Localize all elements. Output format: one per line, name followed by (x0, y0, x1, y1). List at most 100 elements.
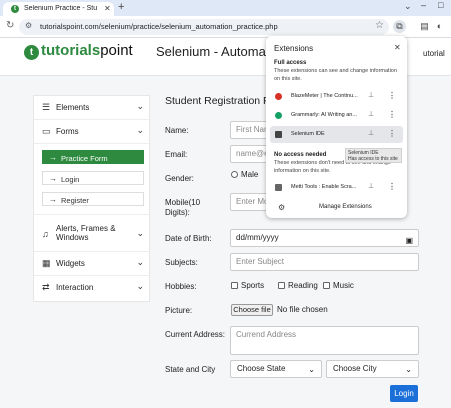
gender-label: Gender: (165, 174, 194, 183)
state-city-label: State and City (165, 365, 216, 374)
new-tab-icon[interactable]: + (118, 1, 124, 13)
tp-favicon-icon: t (11, 5, 19, 13)
chevron-down-icon: ⌄ (308, 365, 315, 374)
tutorialspoint-logo-icon[interactable]: t (24, 45, 39, 60)
form-title: Student Registration Fo (165, 95, 276, 107)
dob-input[interactable]: dd/mm/yyyy ▣ (230, 229, 419, 247)
side-panel-icon[interactable]: ▤ (418, 20, 431, 33)
address-textarea[interactable]: Currend Address (230, 326, 419, 355)
pin-icon[interactable]: ⊥ (368, 91, 374, 99)
metti-tools-icon (275, 184, 282, 191)
subitem-label: Practice Form (61, 154, 108, 163)
tooltip-text: Has access to this site (348, 156, 398, 162)
mobile-input[interactable]: Enter Mo (230, 193, 270, 211)
sidebar: ☰ Elements ⌄ ▭ Forms ⌄ → Practice Form →… (33, 95, 151, 302)
divider (34, 143, 151, 144)
arrow-right-icon: → (49, 174, 57, 183)
hobby-sports-label: Sports (241, 281, 265, 290)
extension-name: Metti Tools : Enable Scra... (291, 184, 357, 190)
site-info-icon[interactable]: ⚙ (25, 21, 32, 30)
bookmark-star-icon[interactable]: ☆ (375, 20, 384, 31)
gender-male-radio[interactable] (231, 171, 238, 178)
sidebar-subitem-login[interactable]: → Login (42, 171, 144, 185)
city-select[interactable]: Choose City ⌄ (326, 360, 419, 378)
url-text: tutorialspoint.com/selenium/practice/sel… (40, 22, 278, 31)
extension-row-grammarly[interactable]: Grammarly: AI Writing an... ⊥ ⋮ (270, 107, 403, 124)
sidebar-item-label: Widgets (56, 259, 85, 268)
grammarly-icon (275, 112, 282, 119)
sidebar-item-elements[interactable]: ☰ Elements ⌄ (34, 96, 151, 119)
calendar-icon[interactable]: ▣ (405, 233, 413, 246)
extension-row-blazemeter[interactable]: BlazeMeter | The Continu... ⊥ ⋮ (270, 88, 403, 105)
hobby-music-label: Music (333, 281, 354, 290)
extension-row-selenium-ide[interactable]: Selenium IDE ⊥ ⋮ (270, 126, 403, 143)
pin-icon[interactable]: ⊥ (368, 110, 374, 118)
manage-extensions-label: Manage Extensions (319, 204, 372, 210)
extension-name: BlazeMeter | The Continu... (291, 93, 358, 99)
subjects-label: Subjects: (165, 258, 198, 267)
address-bar[interactable]: ⚙ tutorialspoint.com/selenium/practice/s… (19, 19, 389, 35)
chevron-down-icon: ⌄ (405, 365, 412, 374)
gear-icon: ⚙ (278, 203, 286, 212)
pin-icon[interactable]: ⊥ (368, 182, 374, 190)
sidebar-item-widgets[interactable]: ▦ Widgets ⌄ (34, 252, 151, 275)
sidebar-item-forms[interactable]: ▭ Forms ⌄ (34, 120, 151, 143)
state-select[interactable]: Choose State ⌄ (230, 360, 322, 378)
logo-light-text: point (100, 42, 133, 59)
chevron-down-icon: ⌄ (136, 101, 144, 111)
header-tutorial-link[interactable]: utorial (423, 49, 445, 58)
close-icon[interactable]: ✕ (394, 43, 401, 52)
no-file-text: No file chosen (277, 305, 328, 314)
tab-close-icon[interactable]: ✕ (104, 4, 111, 13)
arrow-right-icon: → (49, 195, 57, 204)
extensions-title: Extensions (274, 44, 314, 53)
extension-name: Selenium IDE (291, 131, 325, 137)
blazemeter-icon (275, 93, 282, 100)
subjects-input[interactable]: Enter Subject (230, 253, 419, 271)
chevron-down-icon: ⌄ (136, 228, 144, 238)
hobby-music-checkbox[interactable] (323, 282, 330, 289)
state-select-value: Choose State (237, 364, 286, 373)
browser-toolbar: ↻ ⚙ tutorialspoint.com/selenium/practice… (0, 16, 451, 38)
selenium-ide-icon (275, 131, 282, 138)
extension-row-metti-tools[interactable]: Metti Tools : Enable Scra... ⊥ ⋮ (270, 179, 403, 196)
chevron-down-icon: ⌄ (136, 281, 144, 291)
reload-icon[interactable]: ↻ (6, 20, 14, 31)
profile-icon[interactable]: ◐ (433, 20, 446, 33)
no-access-heading: No access needed (274, 152, 327, 158)
more-vert-icon[interactable]: ⋮ (388, 91, 396, 100)
first-name-input[interactable]: First Nam (230, 121, 270, 139)
hobbies-label: Hobbies: (165, 282, 197, 291)
sidebar-item-label: Alerts, Frames & Windows (56, 224, 116, 242)
choose-file-button[interactable]: Choose file (231, 304, 273, 316)
city-select-value: Choose City (333, 364, 377, 373)
pin-icon[interactable]: ⊥ (368, 129, 374, 137)
browser-tab[interactable]: t Selenium Practice - Student R ✕ (3, 2, 114, 16)
tab-search-chevron-icon[interactable]: ⌄ (404, 1, 412, 12)
sidebar-subitem-register[interactable]: → Register (42, 192, 144, 206)
full-access-heading: Full access (274, 60, 307, 66)
mobile-label: Mobile(10 Digits): (165, 198, 201, 217)
address-label: Current Address: (165, 330, 226, 339)
maximize-icon[interactable]: □ (438, 0, 443, 10)
site-logo[interactable]: tutorialspoint (41, 42, 133, 59)
subitem-label: Register (61, 196, 89, 205)
minimize-icon[interactable]: – (421, 0, 426, 10)
logo-bold-text: tutorials (41, 42, 101, 59)
sidebar-subitem-practice-form[interactable]: → Practice Form (42, 150, 144, 164)
more-vert-icon[interactable]: ⋮ (388, 110, 396, 119)
email-input[interactable]: name@e (230, 145, 270, 163)
sidebar-item-alerts[interactable]: ♫ Alerts, Frames & Windows ⌄ (34, 220, 151, 250)
hobby-sports-checkbox[interactable] (231, 282, 238, 289)
more-vert-icon[interactable]: ⋮ (388, 129, 396, 138)
dob-label: Date of Birth: (165, 234, 212, 243)
login-button[interactable]: Login (390, 385, 418, 402)
sidebar-item-label: Forms (56, 127, 79, 136)
full-access-desc: These extensions can see and change info… (274, 68, 397, 82)
hobby-reading-checkbox[interactable] (278, 282, 285, 289)
sidebar-item-interaction[interactable]: ⇄ Interaction ⌄ (34, 276, 151, 299)
more-vert-icon[interactable]: ⋮ (388, 182, 396, 191)
extensions-puzzle-icon[interactable]: ⧉ (393, 20, 406, 33)
subitem-label: Login (61, 175, 80, 184)
browser-tab-strip: t Selenium Practice - Student R ✕ + ⌄ – … (0, 0, 451, 16)
